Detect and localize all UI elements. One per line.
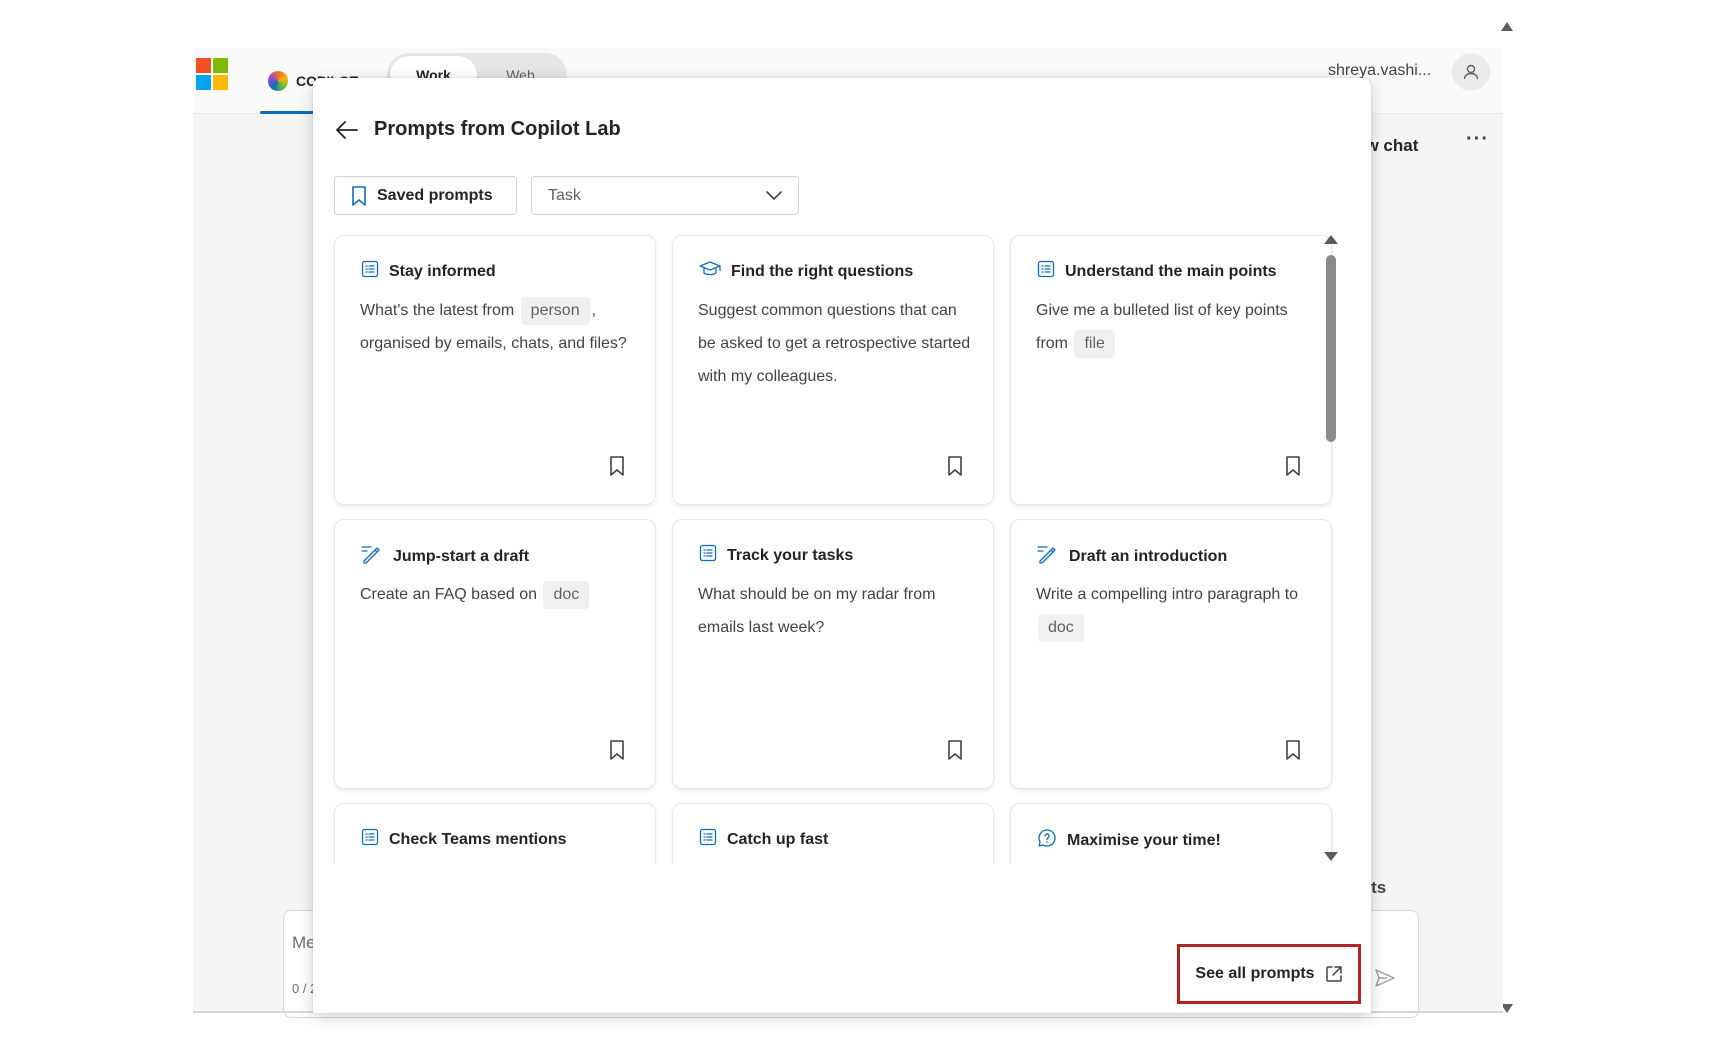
prompt-card-text: What's the latest from person, organised…: [360, 294, 636, 360]
chat-question-icon: [1037, 828, 1057, 853]
more-options-button[interactable]: ···: [1466, 128, 1489, 151]
prompt-card[interactable]: Maximise your time!: [1010, 803, 1332, 864]
prompt-card[interactable]: Track your tasks What should be on my rad…: [672, 519, 994, 789]
open-external-icon: [1325, 966, 1342, 982]
dialog-scroll-up-arrow[interactable]: [1324, 235, 1338, 244]
prompt-card-header: Maximise your time!: [1037, 828, 1221, 853]
prompt-card-title: Find the right questions: [731, 262, 914, 280]
list-icon: [699, 828, 717, 851]
prompt-card-title: Draft an introduction: [1069, 547, 1228, 565]
prompt-placeholder-chip[interactable]: person: [520, 297, 590, 325]
prompt-card-text: Write a compelling intro paragraph to do…: [1036, 578, 1312, 644]
send-icon[interactable]: [1373, 966, 1397, 990]
save-prompt-button[interactable]: [944, 455, 966, 481]
prompt-card-title: Check Teams mentions: [389, 830, 567, 848]
list-icon: [361, 828, 379, 851]
dialog-scrollbar-thumb[interactable]: [1326, 255, 1336, 442]
prompt-placeholder-chip[interactable]: file: [1074, 330, 1115, 358]
prompt-placeholder-chip[interactable]: doc: [1038, 614, 1084, 642]
prompt-card-title: Maximise your time!: [1067, 831, 1221, 849]
bookmark-icon: [947, 739, 963, 765]
copilot-logo-icon: [268, 71, 288, 91]
prompt-card-header: Find the right questions: [699, 260, 913, 283]
prompt-card-header: Jump-start a draft: [361, 544, 529, 569]
prompt-text: Suggest common questions that can be ask…: [698, 302, 971, 385]
prompt-card-text: Give me a bulleted list of key points fr…: [1036, 294, 1312, 360]
pen-icon: [1037, 544, 1059, 569]
prompt-text: Write a compelling intro paragraph to: [1036, 586, 1299, 603]
prompt-card-text: Suggest common questions that can be ask…: [698, 294, 974, 393]
arrow-left-icon: [336, 121, 358, 139]
saved-prompts-button[interactable]: Saved prompts: [334, 176, 517, 215]
prompt-card-header: Check Teams mentions: [361, 828, 567, 851]
task-dropdown[interactable]: Task: [531, 176, 799, 215]
prompt-placeholder-chip[interactable]: doc: [543, 581, 590, 609]
bookmark-icon: [947, 455, 963, 481]
prompt-card[interactable]: Check Teams mentions: [334, 803, 656, 864]
prompt-card-header: Stay informed: [361, 260, 496, 283]
bookmark-icon: [352, 185, 366, 206]
task-dropdown-value: Task: [548, 186, 581, 204]
dialog-title: Prompts from Copilot Lab: [374, 118, 621, 140]
back-button[interactable]: [333, 116, 361, 144]
saved-prompts-label: Saved prompts: [377, 186, 493, 204]
bookmark-icon: [609, 455, 625, 481]
prompt-card-header: Track your tasks: [699, 544, 853, 567]
save-prompt-button[interactable]: [606, 739, 628, 765]
prompt-card-text: Create an FAQ based on doc: [360, 578, 636, 611]
list-icon: [1037, 260, 1055, 283]
prompt-card-title: Catch up fast: [727, 830, 829, 848]
page-scroll-up-arrow[interactable]: [1501, 22, 1513, 31]
bookmark-icon: [609, 739, 625, 765]
list-icon: [699, 544, 717, 567]
person-icon: [1463, 64, 1479, 80]
save-prompt-button[interactable]: [1282, 739, 1304, 765]
prompt-card-title: Track your tasks: [727, 546, 854, 564]
prompt-text: What's the latest from: [360, 302, 515, 319]
prompt-text: What should be on my radar from emails l…: [698, 586, 936, 636]
avatar[interactable]: [1452, 53, 1490, 91]
prompt-card-grid: Stay informed What's the latest from pers…: [313, 226, 1353, 864]
chevron-down-icon: [766, 190, 782, 200]
graduation-cap-icon: [699, 260, 721, 283]
prompt-card-title: Understand the main points: [1065, 262, 1277, 280]
prompt-card-header: Understand the main points: [1037, 260, 1277, 283]
prompt-card[interactable]: Catch up fast: [672, 803, 994, 864]
pen-icon: [361, 544, 383, 569]
prompt-card-title: Jump-start a draft: [393, 547, 530, 565]
dialog-scroll-down-arrow[interactable]: [1324, 852, 1338, 861]
prompt-card[interactable]: Find the right questions Suggest common q…: [672, 235, 994, 505]
prompt-card[interactable]: Draft an introduction Write a compelling …: [1010, 519, 1332, 789]
prompt-card-header: Draft an introduction: [1037, 544, 1227, 569]
bookmark-icon: [1285, 455, 1301, 481]
save-prompt-button[interactable]: [606, 455, 628, 481]
prompt-text: Create an FAQ based on: [360, 586, 537, 603]
see-all-prompts-label: See all prompts: [1195, 965, 1315, 982]
save-prompt-button[interactable]: [944, 739, 966, 765]
prompt-card-title: Stay informed: [389, 262, 496, 280]
list-icon: [361, 260, 379, 283]
prompts-dialog: Prompts from Copilot Lab Saved prompts T…: [313, 78, 1371, 1013]
prompt-card[interactable]: Understand the main points Give me a bull…: [1010, 235, 1332, 505]
prompt-card-header: Catch up fast: [699, 828, 828, 851]
prompt-card[interactable]: Jump-start a draft Create an FAQ based on…: [334, 519, 656, 789]
save-prompt-button[interactable]: [1282, 455, 1304, 481]
microsoft-logo[interactable]: [196, 58, 228, 90]
prompt-card-text: What should be on my radar from emails l…: [698, 578, 974, 644]
prompt-card[interactable]: Stay informed What's the latest from pers…: [334, 235, 656, 505]
bookmark-icon: [1285, 739, 1301, 765]
see-all-prompts-button[interactable]: See all prompts: [1177, 944, 1361, 1004]
